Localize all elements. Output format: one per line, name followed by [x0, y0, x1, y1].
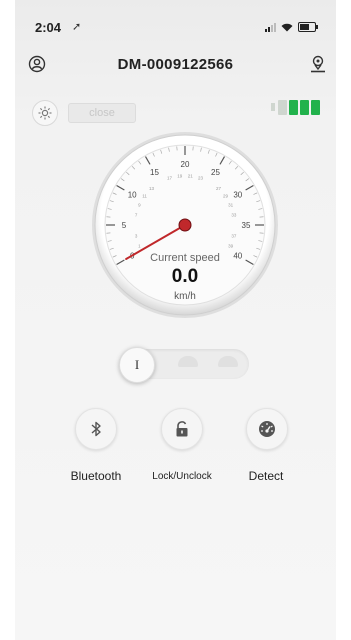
gear-selector-knob[interactable]: I	[119, 347, 155, 383]
location-arrow-icon: ➚	[72, 21, 82, 33]
location-pin-icon[interactable]	[306, 52, 330, 76]
bluetooth-button[interactable]	[75, 408, 117, 450]
gauge-minor-label: 13	[149, 186, 155, 191]
light-close-button[interactable]: close	[68, 103, 136, 123]
gauge-minor-label: 39	[228, 243, 234, 248]
gauge-minor-label: 11	[142, 194, 147, 199]
lock-unlock-label: Lock/Unclock	[152, 471, 212, 482]
speedometer: 0510152025303540137911131719212327293133…	[90, 130, 280, 320]
gauge-minor-label: 17	[167, 175, 173, 180]
battery-segment	[278, 99, 287, 115]
wifi-icon	[281, 23, 293, 31]
status-indicators	[265, 22, 318, 32]
signal-icon	[265, 22, 276, 32]
app-screen: 2:04 ➚ DM-0009122566 close 5 10 15 20 25…	[15, 0, 336, 640]
gauge-major-label: 25	[211, 168, 220, 177]
gauge-major-label: 5	[122, 221, 127, 230]
lock-icon	[176, 421, 188, 437]
gauge-minor-label: 31	[228, 203, 234, 208]
battery-tip	[271, 103, 275, 111]
battery-level-indicator	[271, 97, 321, 117]
gear-position-3[interactable]	[218, 356, 238, 367]
gauge-major-label: 35	[242, 221, 251, 230]
gauge-minor-label: 37	[231, 233, 237, 238]
detect-button[interactable]	[246, 408, 288, 450]
gauge-major-label: 20	[181, 160, 190, 169]
speedometer-icon	[259, 421, 275, 437]
gauge-major-label: 15	[150, 168, 159, 177]
gear-position-2[interactable]	[178, 356, 198, 367]
battery-segment	[300, 99, 309, 115]
bluetooth-label: Bluetooth	[70, 469, 122, 483]
gauge-minor-label: 33	[231, 213, 237, 218]
needle-hub	[178, 218, 192, 232]
status-time: 2:04	[35, 20, 62, 35]
gauge-minor-label: 21	[188, 173, 194, 178]
device-title: DM-0009122566	[117, 56, 234, 73]
battery-segment	[311, 99, 320, 115]
lock-unlock-button[interactable]	[161, 408, 203, 450]
gauge-minor-label: 19	[177, 173, 183, 178]
gauge-major-label: 30	[233, 191, 242, 200]
battery-status-icon	[298, 22, 318, 32]
gauge-minor-label: 23	[198, 175, 204, 180]
light-toggle-button[interactable]	[32, 100, 58, 126]
speed-unit: km/h	[174, 291, 196, 302]
gauge-minor-label: 29	[223, 194, 229, 199]
gauge-minor-label: 27	[216, 186, 222, 191]
speed-label: Current speed	[150, 252, 220, 264]
battery-segment	[289, 99, 298, 115]
bluetooth-icon	[91, 421, 101, 437]
sun-icon	[38, 106, 52, 120]
gauge-major-label: 10	[128, 191, 137, 200]
detect-label: Detect	[248, 469, 284, 483]
speed-value: 0.0	[171, 266, 199, 287]
